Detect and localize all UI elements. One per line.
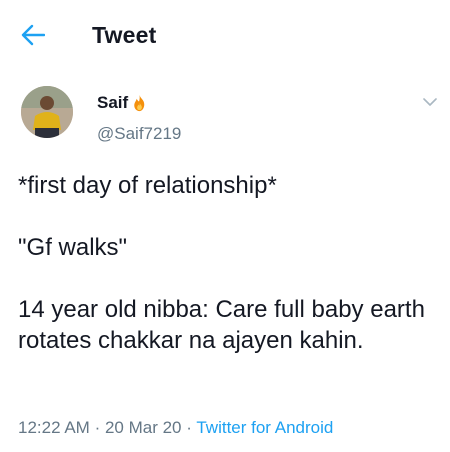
meta-separator: ·	[94, 418, 101, 437]
meta-separator: ·	[186, 418, 192, 437]
back-button[interactable]	[18, 22, 48, 48]
tweet-meta: 12:22 AM · 20 Mar 20 · Twitter for Andro…	[18, 418, 333, 438]
top-bar: Tweet	[0, 0, 450, 70]
tweet-line: "Gf walks"	[18, 234, 128, 261]
tweet-line-blank	[18, 201, 438, 232]
tweet-source-link[interactable]: Twitter for Android	[196, 418, 333, 437]
avatar-photo	[21, 86, 73, 138]
tweet-text: *first day of relationship* "Gf walks" 1…	[18, 170, 438, 356]
fire-icon	[130, 94, 149, 113]
avatar[interactable]	[21, 86, 73, 138]
author-display-name[interactable]: Saif	[97, 93, 128, 113]
tweet-line: 14 year old nibba: Care full baby earth …	[18, 296, 432, 354]
arrow-left-icon	[21, 24, 45, 46]
tweet-line-blank	[18, 263, 438, 294]
author-handle[interactable]: @Saif7219	[97, 124, 181, 144]
tweet-line: *first day of relationship*	[18, 172, 277, 199]
author-name-row[interactable]: Saif	[97, 93, 149, 113]
tweet-time: 12:22 AM	[18, 418, 90, 437]
page-title: Tweet	[92, 22, 157, 48]
tweet-date: 20 Mar 20	[104, 418, 182, 437]
chevron-down-icon	[423, 97, 437, 106]
tweet-options-button[interactable]	[420, 94, 440, 110]
